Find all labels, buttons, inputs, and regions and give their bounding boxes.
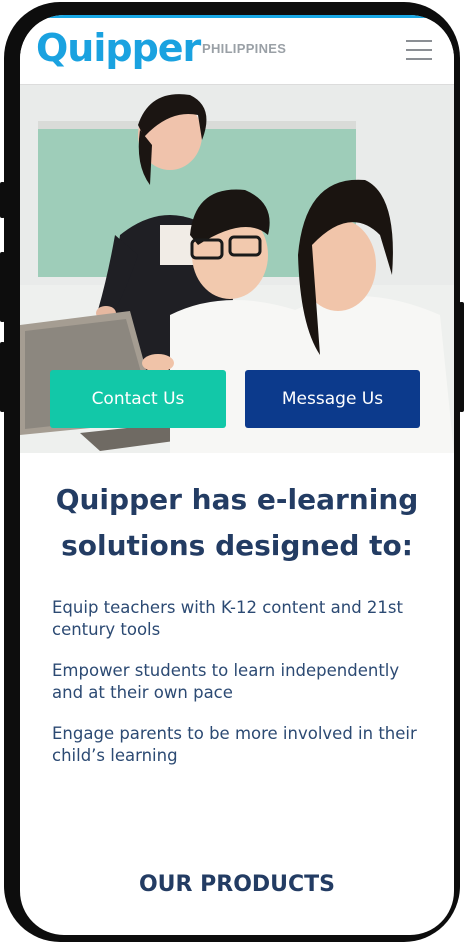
products-heading: OUR PRODUCTS [138,872,336,897]
benefit-parents: Engage parents to be more involved in th… [52,724,417,765]
volume-up-button [0,252,5,322]
page-headline: Quipper has e-learning solutions designe… [20,477,454,569]
region-label: PHILIPPINES [202,41,287,56]
benefit-teachers: Equip teachers with K-12 content and 21s… [52,598,403,639]
quipper-logo[interactable]: Quipper [36,26,201,70]
mute-switch [0,182,5,218]
hero-image: Contact Us Message Us [20,85,454,453]
power-button [459,302,464,412]
message-us-button[interactable]: Message Us [245,370,420,428]
site-header: Quipper PHILIPPINES [20,18,454,85]
headline-line-2: solutions designed to: [61,529,413,562]
volume-down-button [0,342,5,412]
phone-screen: Quipper PHILIPPINES Contact Us Message U… [20,15,454,935]
benefit-students: Empower students to learn independently … [52,661,400,702]
contact-us-button[interactable]: Contact Us [50,370,226,428]
headline-line-1: Quipper has e-learning [55,483,419,516]
phone-frame: Quipper PHILIPPINES Contact Us Message U… [0,2,464,942]
benefits-list: Equip teachers with K-12 content and 21s… [52,597,432,786]
hamburger-menu-icon[interactable] [406,38,432,62]
